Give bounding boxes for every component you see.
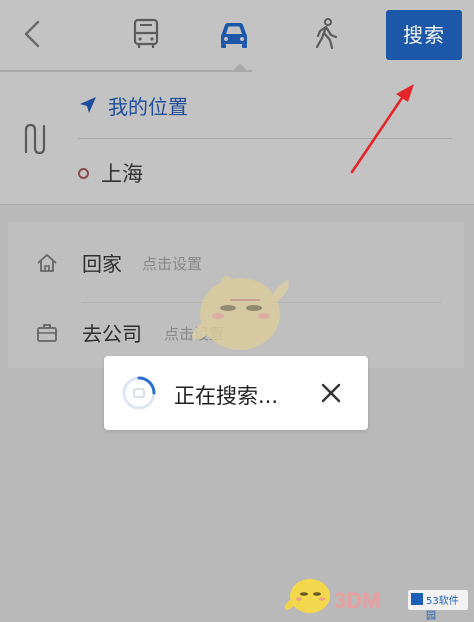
- work-label: 去公司: [82, 322, 142, 346]
- top-bar: 搜索: [0, 0, 474, 72]
- loading-toast: 正在搜索...: [104, 356, 368, 430]
- home-label: 回家: [82, 252, 122, 276]
- chevron-left-icon[interactable]: [18, 16, 46, 52]
- loading-spinner-icon: [122, 376, 156, 410]
- swap-route-icon[interactable]: [20, 122, 50, 156]
- origin-text: 我的位置: [108, 94, 188, 119]
- destination-text: 上海: [101, 162, 143, 186]
- origin-field[interactable]: 我的位置: [78, 90, 188, 120]
- walk-icon[interactable]: [308, 16, 344, 52]
- location-arrow-icon: [80, 97, 96, 113]
- destination-dot-icon: [78, 167, 89, 179]
- annotation-arrow-icon: [350, 84, 414, 174]
- bus-icon[interactable]: [128, 16, 164, 52]
- car-icon[interactable]: [216, 16, 252, 52]
- site-logo-icon: [411, 593, 423, 605]
- watermark-3dm: 3DM: [334, 588, 381, 613]
- close-icon[interactable]: [316, 378, 346, 408]
- toast-text: 正在搜索...: [174, 384, 279, 408]
- watermark-site-badge: 53软件园: [408, 590, 468, 622]
- mascot-logo-icon: [284, 579, 330, 613]
- briefcase-icon: [37, 324, 57, 342]
- home-icon: [37, 254, 57, 272]
- active-tab-indicator: [232, 64, 248, 71]
- search-button[interactable]: 搜索: [386, 10, 462, 60]
- mascot-watermark-icon: [192, 275, 289, 350]
- destination-field[interactable]: 上海: [78, 158, 143, 188]
